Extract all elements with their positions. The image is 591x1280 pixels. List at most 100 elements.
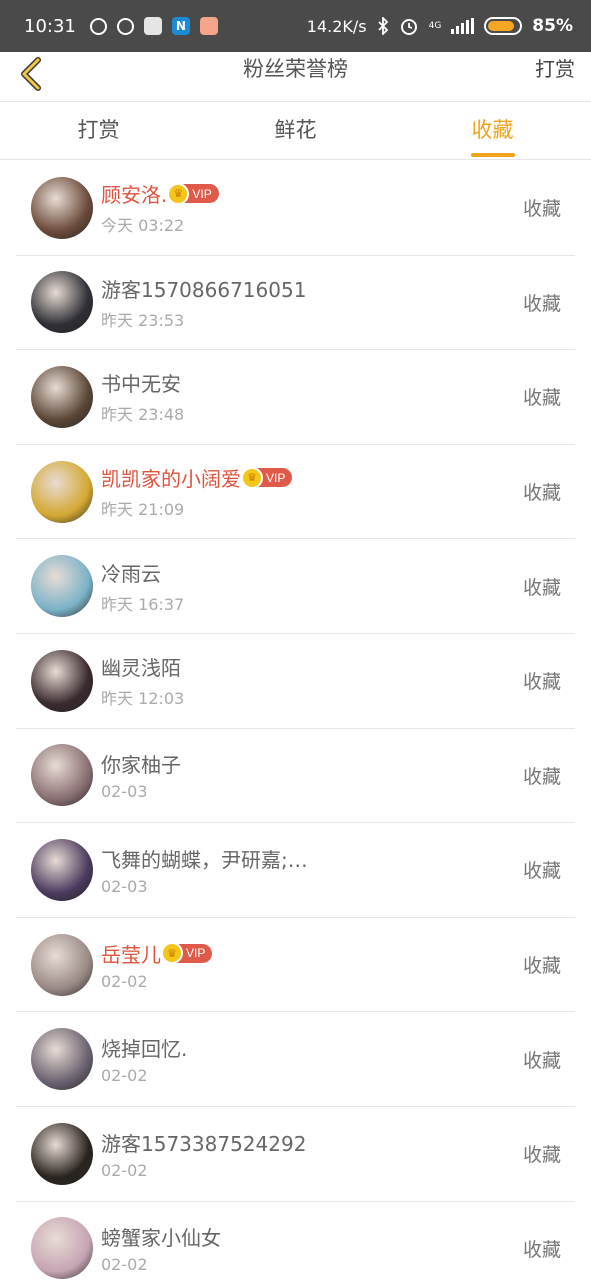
fan-time: 02-02 (101, 1066, 148, 1086)
network-type: 4G (428, 20, 442, 31)
list-item[interactable]: 冷雨云 昨天 16:37 收藏 (16, 539, 575, 634)
collect-label: 收藏 (522, 1238, 561, 1261)
collect-label: 收藏 (522, 576, 561, 599)
fan-name[interactable]: 凯凯家的小阔爱 (101, 463, 241, 492)
fan-name[interactable]: 岳莹儿 (101, 939, 161, 968)
avatar[interactable] (31, 933, 93, 996)
list-item[interactable]: 顾安洛. ♛ VIP 今天 03:22 收藏 (16, 161, 575, 256)
list-item[interactable]: 你家柚子 02-03 收藏 (16, 729, 575, 824)
fan-name[interactable]: 幽灵浅陌 (101, 652, 181, 681)
fan-name[interactable]: 飞舞的蝴蝶，尹研嘉;… (101, 844, 308, 873)
fan-time: 02-02 (101, 1255, 148, 1275)
fan-time: 02-03 (101, 876, 148, 896)
vip-badge: ♛ VIP (241, 466, 293, 489)
tab-flowers[interactable]: 鲜花 (197, 102, 394, 159)
fan-info: 岳莹儿 ♛ VIP 02-02 (101, 939, 523, 991)
vip-label: VIP (192, 186, 212, 201)
collect-label: 收藏 (522, 198, 561, 221)
collect-label: 收藏 (522, 860, 561, 883)
fan-info: 冷雨云 昨天 16:37 (101, 558, 523, 615)
avatar[interactable] (31, 365, 93, 428)
status-left: 10:31 N (24, 16, 218, 37)
collect-label: 收藏 (522, 671, 561, 694)
fan-time: 昨天 23:53 (101, 310, 185, 330)
status-right: 14.2K/s 4G 85% (307, 16, 573, 36)
battery-percent: 85% (532, 16, 573, 36)
tab-reward[interactable]: 打赏 (0, 102, 197, 159)
list-item[interactable]: 凯凯家的小阔爱 ♛ VIP 昨天 21:09 收藏 (16, 445, 575, 540)
alarm-icon (400, 19, 417, 35)
fan-info: 幽灵浅陌 昨天 12:03 (101, 652, 523, 709)
tab-bar: 打赏 鲜花 收藏 (0, 102, 591, 160)
name-line: 岳莹儿 ♛ VIP (101, 939, 523, 968)
fan-time: 昨天 21:09 (101, 500, 185, 520)
fan-name[interactable]: 螃蟹家小仙女 (101, 1222, 221, 1251)
mail-icon (199, 17, 218, 35)
avatar[interactable] (31, 838, 93, 901)
avatar[interactable] (31, 555, 93, 618)
name-line: 顾安洛. ♛ VIP (101, 179, 523, 208)
avatar[interactable] (31, 744, 93, 807)
name-line: 书中无安 (101, 368, 523, 397)
bluetooth-icon (377, 17, 388, 35)
network-speed: 14.2K/s (306, 16, 367, 36)
collect-label: 收藏 (522, 955, 561, 978)
list-item[interactable]: 烧掉回忆. 02-02 收藏 (16, 1012, 575, 1107)
weibo-icon (89, 17, 107, 35)
fan-name[interactable]: 书中无安 (101, 368, 181, 397)
collect-label: 收藏 (522, 1144, 561, 1167)
list-item[interactable]: 游客1573387524292 02-02 收藏 (16, 1107, 575, 1202)
name-line: 游客1573387524292 (101, 1128, 523, 1157)
avatar[interactable] (31, 460, 93, 523)
name-line: 螃蟹家小仙女 (101, 1222, 523, 1251)
list-item[interactable]: 游客1570866716051 昨天 23:53 收藏 (16, 256, 575, 351)
wechat-icon (143, 17, 162, 35)
avatar[interactable] (31, 1122, 93, 1185)
reward-button[interactable]: 打赏 (535, 52, 575, 86)
collect-label: 收藏 (522, 482, 561, 505)
fan-name[interactable]: 游客1573387524292 (101, 1128, 306, 1157)
fan-name[interactable]: 顾安洛. (101, 179, 167, 208)
fan-name[interactable]: 游客1570866716051 (101, 274, 306, 303)
fan-name[interactable]: 烧掉回忆. (101, 1033, 187, 1062)
name-line: 冷雨云 (101, 558, 523, 587)
avatar[interactable] (31, 649, 93, 712)
collect-label: 收藏 (522, 1049, 561, 1072)
fan-info: 你家柚子 02-03 (101, 749, 523, 801)
vip-badge: ♛ VIP (167, 182, 219, 205)
list-item[interactable]: 幽灵浅陌 昨天 12:03 收藏 (16, 634, 575, 729)
avatar[interactable] (31, 271, 93, 334)
avatar[interactable] (31, 176, 93, 239)
list-item[interactable]: 岳莹儿 ♛ VIP 02-02 收藏 (16, 918, 575, 1013)
fan-info: 烧掉回忆. 02-02 (101, 1033, 523, 1085)
page-title: 粉丝荣誉榜 (243, 57, 348, 81)
avatar[interactable] (31, 1028, 93, 1091)
fan-time: 02-02 (101, 971, 148, 991)
n-app-icon: N (171, 17, 190, 35)
fan-time: 02-02 (101, 1160, 148, 1180)
fan-time: 02-03 (101, 782, 148, 802)
vip-label: VIP (186, 946, 206, 961)
vip-badge: ♛ VIP (161, 942, 213, 965)
fan-info: 游客1573387524292 02-02 (101, 1128, 523, 1180)
name-line: 飞舞的蝴蝶，尹研嘉;… (101, 844, 523, 873)
fan-info: 飞舞的蝴蝶，尹研嘉;… 02-03 (101, 844, 523, 896)
crown-icon: ♛ (161, 942, 183, 965)
list-item[interactable]: 书中无安 昨天 23:48 收藏 (16, 350, 575, 445)
collect-label: 收藏 (522, 765, 561, 788)
list-item[interactable]: 飞舞的蝴蝶，尹研嘉;… 02-03 收藏 (16, 823, 575, 918)
name-line: 烧掉回忆. (101, 1033, 523, 1062)
avatar[interactable] (31, 1217, 93, 1280)
fan-name[interactable]: 冷雨云 (101, 558, 161, 587)
fan-name[interactable]: 你家柚子 (101, 749, 181, 778)
fan-info: 游客1570866716051 昨天 23:53 (101, 274, 523, 331)
list-item[interactable]: 螃蟹家小仙女 02-02 收藏 (16, 1202, 575, 1280)
collect-label: 收藏 (522, 292, 561, 315)
tab-collect[interactable]: 收藏 (394, 102, 591, 159)
name-line: 幽灵浅陌 (101, 652, 523, 681)
fan-info: 顾安洛. ♛ VIP 今天 03:22 (101, 179, 523, 236)
signal-icon (451, 18, 475, 34)
name-line: 凯凯家的小阔爱 ♛ VIP (101, 463, 523, 492)
fan-info: 螃蟹家小仙女 02-02 (101, 1222, 523, 1274)
crown-icon: ♛ (167, 182, 190, 205)
